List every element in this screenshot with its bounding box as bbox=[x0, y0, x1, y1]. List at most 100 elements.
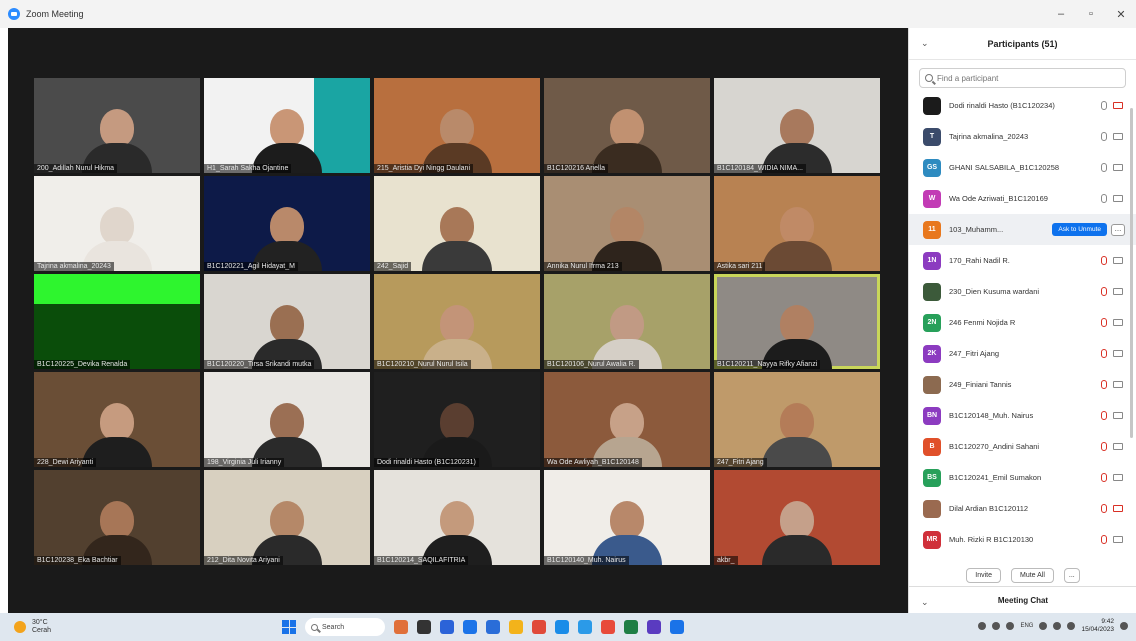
mic-muted-icon bbox=[1101, 318, 1107, 327]
video-tile[interactable]: 242_Sajid bbox=[374, 176, 540, 271]
participant-row[interactable]: Dodi rinaldi Hasto (B1C120234) bbox=[909, 90, 1136, 121]
taskbar-app-icon[interactable] bbox=[394, 620, 408, 634]
search-input[interactable] bbox=[937, 73, 1117, 83]
participant-row[interactable]: 2N 246 Fenmi Nojida R bbox=[909, 307, 1136, 338]
video-tile[interactable]: akbr_ bbox=[714, 470, 880, 565]
green-screen bbox=[34, 274, 200, 304]
chevron-up-icon[interactable] bbox=[978, 622, 987, 630]
taskbar-app-icon[interactable] bbox=[417, 620, 431, 634]
invite-button[interactable]: Invite bbox=[966, 568, 1001, 583]
participant-row[interactable]: MR Muh. Rizki R B1C120130 bbox=[909, 524, 1136, 555]
clock-date: 15/04/2023 bbox=[1081, 626, 1114, 633]
mic-muted-icon bbox=[1101, 380, 1107, 389]
participant-row[interactable]: T Tajrina akmalina_20243 bbox=[909, 121, 1136, 152]
taskbar-app-icon[interactable] bbox=[647, 620, 661, 634]
video-tile[interactable]: B1C120140_Muh. Nairus bbox=[544, 470, 710, 565]
system-tray: ENG 9:42 15/04/2023 bbox=[978, 618, 1128, 634]
tile-name-label: B1C120214_SAQILAFITRIA bbox=[374, 556, 469, 565]
video-gallery: 200_Adillah Nurul Hikma H1_Sarah Sakha Oj… bbox=[8, 28, 908, 613]
taskbar-app-icon[interactable] bbox=[624, 620, 638, 634]
tile-name-label: B1C120221_Agil Hidayat_M bbox=[204, 262, 298, 271]
video-tile[interactable]: 212_Dita Novita Ariyani bbox=[204, 470, 370, 565]
participant-row[interactable]: 1N 170_Rahi Nadil R. bbox=[909, 245, 1136, 276]
scrollbar[interactable] bbox=[1130, 108, 1133, 438]
video-tile[interactable]: 228_Dewi Ariyanti bbox=[34, 372, 200, 467]
tile-name-label: Astika sari 211 bbox=[714, 262, 766, 271]
taskbar-app-icon[interactable] bbox=[555, 620, 569, 634]
participant-name: Muh. Rizki R B1C120130 bbox=[949, 535, 1034, 544]
video-tile[interactable]: B1C120225_Devika Renalda bbox=[34, 274, 200, 369]
video-tile[interactable]: Annika Nurul Ifrma 213 bbox=[544, 176, 710, 271]
participant-row[interactable]: 11 103_Muhamm... Ask to Unmute... bbox=[909, 214, 1136, 245]
ask-to-unmute-button[interactable]: Ask to Unmute bbox=[1052, 223, 1107, 236]
participant-row[interactable]: GS GHANI SALSABILA_B1C120258 bbox=[909, 152, 1136, 183]
participant-row[interactable]: BS B1C120241_Emil Sumakon bbox=[909, 462, 1136, 493]
weather-widget[interactable]: 30°C Cerah bbox=[14, 619, 51, 635]
taskbar-app-icon[interactable] bbox=[463, 620, 477, 634]
tile-name-label: B1C120140_Muh. Nairus bbox=[544, 556, 629, 565]
taskbar-app-icon[interactable] bbox=[601, 620, 615, 634]
tile-name-label: B1C120225_Devika Renalda bbox=[34, 360, 131, 369]
participant-search[interactable] bbox=[919, 68, 1126, 88]
more-button[interactable]: ... bbox=[1111, 223, 1125, 236]
video-tile[interactable]: H1_Sarah Sakha Ojantine bbox=[204, 78, 370, 173]
video-tile[interactable]: B1C120220_Tirsa Srikandi mutka bbox=[204, 274, 370, 369]
tile-name-label: 242_Sajid bbox=[374, 262, 412, 271]
chevron-down-icon[interactable]: ⌄ bbox=[921, 597, 929, 608]
taskbar-app-icon[interactable] bbox=[578, 620, 592, 634]
participant-row[interactable]: 2K 247_Fitri Ajang bbox=[909, 338, 1136, 369]
participant-row[interactable]: BN B1C120148_Muh. Nairus bbox=[909, 400, 1136, 431]
participants-title: Participants (51) bbox=[987, 38, 1058, 49]
participant-row[interactable]: W Wa Ode Azriwati_B1C120169 bbox=[909, 183, 1136, 214]
video-tile[interactable]: Tajrina akmalina_20243 bbox=[34, 176, 200, 271]
weather-temp: 30°C bbox=[32, 619, 48, 626]
video-tile[interactable]: B1C120211_Nayya Rifky Afianzi bbox=[714, 274, 880, 369]
battery-icon[interactable] bbox=[1067, 622, 1076, 630]
volume-icon[interactable] bbox=[1053, 622, 1062, 630]
video-tile[interactable]: 200_Adillah Nurul Hikma bbox=[34, 78, 200, 173]
video-tile[interactable]: 215_Aristia Dyi Ningg Daulani bbox=[374, 78, 540, 173]
video-tile[interactable]: B1C120221_Agil Hidayat_M bbox=[204, 176, 370, 271]
video-tile[interactable]: 247_Fitri Ajang bbox=[714, 372, 880, 467]
taskbar-app-icon[interactable] bbox=[440, 620, 454, 634]
avatar: 2K bbox=[923, 344, 941, 363]
language-indicator[interactable]: ENG bbox=[1020, 623, 1033, 629]
windows-start-icon[interactable] bbox=[282, 620, 296, 634]
participant-row[interactable]: 249_Finiani Tannis bbox=[909, 369, 1136, 400]
clock[interactable]: 9:42 15/04/2023 bbox=[1081, 618, 1114, 634]
video-tile[interactable]: Astika sari 211 bbox=[714, 176, 880, 271]
video-tile[interactable]: B1C120216 Ariella bbox=[544, 78, 710, 173]
participant-row[interactable]: 230_Dien Kusuma wardani bbox=[909, 276, 1136, 307]
taskbar-search[interactable]: Search bbox=[305, 618, 385, 636]
more-options-button[interactable]: ... bbox=[1063, 568, 1080, 583]
taskbar-app-icon[interactable] bbox=[670, 620, 684, 634]
maximize-button[interactable]: ▫ bbox=[1076, 0, 1106, 28]
video-tile[interactable]: Dodi rinaldi Hasto (B1C120231) bbox=[374, 372, 540, 467]
video-tile[interactable]: B1C120106_Nurul Awalia R. bbox=[544, 274, 710, 369]
presentation-slide bbox=[314, 78, 370, 173]
wifi-icon[interactable] bbox=[1039, 622, 1048, 630]
taskbar-app-icon[interactable] bbox=[509, 620, 523, 634]
taskbar-app-icon[interactable] bbox=[486, 620, 500, 634]
participant-row[interactable]: Dilal Ardian B1C120112 bbox=[909, 493, 1136, 524]
video-tile[interactable]: B1C120184_WIDIA NIMA... bbox=[714, 78, 880, 173]
video-tile[interactable]: Wa Ode Awliyah_B1C120148 bbox=[544, 372, 710, 467]
video-tile[interactable]: B1C120238_Eka Bachtiar bbox=[34, 470, 200, 565]
video-tile[interactable]: B1C120210_Nurul Nurul Isila bbox=[374, 274, 540, 369]
notification-icon[interactable] bbox=[1120, 622, 1128, 630]
avatar: W bbox=[923, 189, 941, 208]
camera-icon bbox=[1113, 412, 1123, 419]
video-tile[interactable]: B1C120214_SAQILAFITRIA bbox=[374, 470, 540, 565]
close-button[interactable]: ✕ bbox=[1106, 0, 1136, 28]
chevron-down-icon[interactable]: ⌄ bbox=[921, 38, 929, 49]
taskbar-app-icon[interactable] bbox=[532, 620, 546, 634]
mic-icon bbox=[1101, 194, 1107, 203]
mute-all-button[interactable]: Mute All bbox=[1010, 568, 1054, 583]
zoom-tray-icon[interactable] bbox=[1006, 622, 1015, 630]
cloud-icon[interactable] bbox=[992, 622, 1001, 630]
camera-icon bbox=[1113, 133, 1123, 140]
participant-row[interactable]: B B1C120270_Andini Sahani bbox=[909, 431, 1136, 462]
video-tile[interactable]: 198_Virginia Juli Irianny bbox=[204, 372, 370, 467]
avatar bbox=[923, 375, 941, 394]
minimize-button[interactable]: – bbox=[1046, 0, 1076, 28]
